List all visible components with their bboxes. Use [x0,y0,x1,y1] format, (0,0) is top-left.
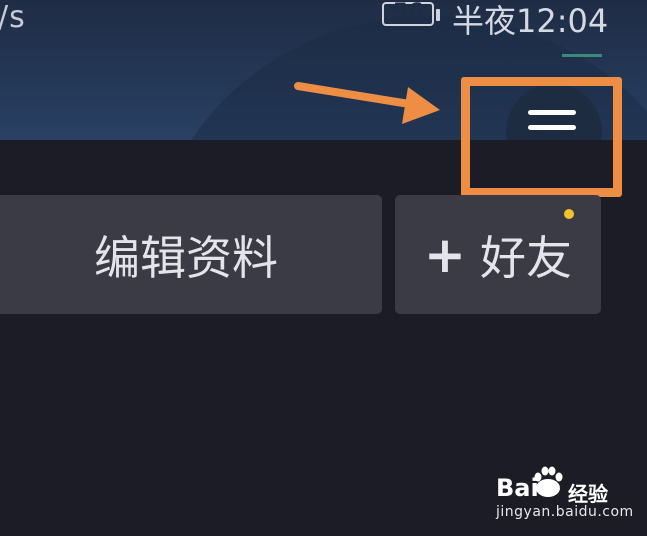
baidu-jingyan-watermark: Baidu 经验 jingyan.baidu.com [496,466,646,526]
header-indicator [562,54,602,57]
edit-profile-label: 编辑资料 [94,230,278,285]
highlight-box [461,77,622,197]
screen: /s 56 半夜12:04 编辑资料 + 好友 Baidu [0,0,647,536]
add-friend-label: 好友 [479,230,572,285]
notification-dot [564,209,574,219]
plus-icon: + [424,225,466,284]
arrow-right-icon [294,82,440,124]
battery-tip [436,9,440,21]
jingyan-text: 经验 [568,482,608,506]
status-time: 半夜12:04 [452,2,609,40]
network-speed: /s [0,0,26,35]
edit-profile-button[interactable]: 编辑资料 [0,195,382,314]
battery-percentage: 56 [392,0,424,25]
watermark-url: jingyan.baidu.com [496,504,634,520]
baidu-paw-icon [534,466,563,497]
battery-icon: 56 [382,0,434,26]
